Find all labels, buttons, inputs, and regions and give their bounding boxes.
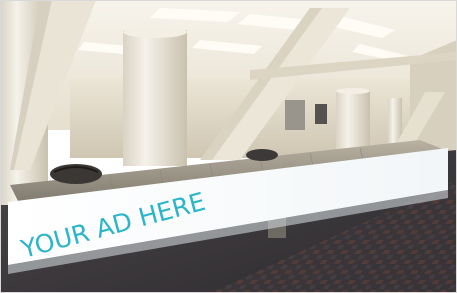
far-sign <box>285 100 305 130</box>
right-column <box>336 90 370 152</box>
baggage-claim-photo: YOUR AD HERE <box>0 0 457 293</box>
luggage-left <box>50 164 102 184</box>
luggage-middle <box>246 149 278 161</box>
scene-svg: YOUR AD HERE <box>0 0 457 293</box>
center-column <box>123 30 187 166</box>
